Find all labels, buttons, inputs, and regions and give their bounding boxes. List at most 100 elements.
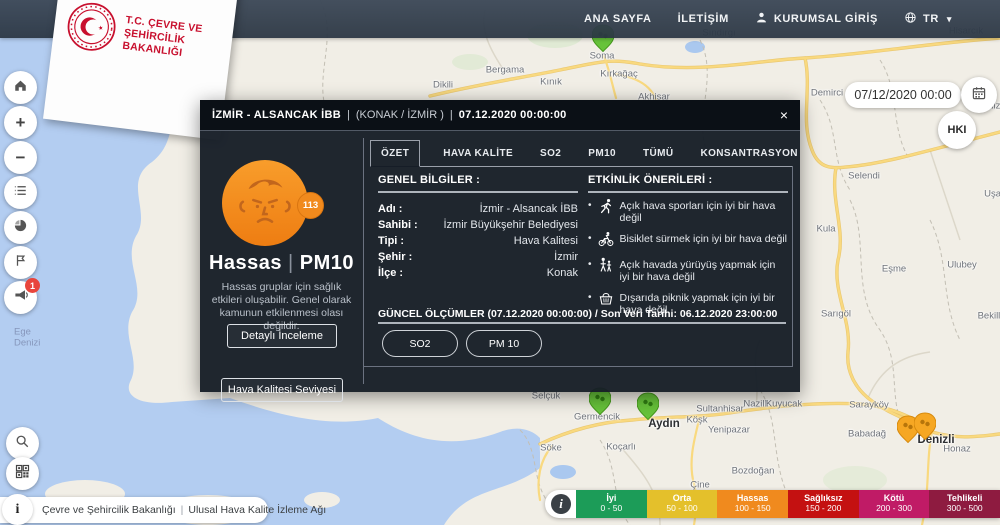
aqi-value: 113	[303, 200, 318, 211]
modal-datetime: 07.12.2020 00:00:00	[459, 109, 567, 121]
info-value: Hava Kalitesi	[514, 233, 578, 249]
panel-right-border	[792, 166, 793, 367]
date-time-input[interactable]	[845, 82, 961, 108]
map-search-button[interactable]	[6, 427, 39, 460]
flag-report-button[interactable]	[4, 246, 37, 279]
general-info-heading: GENEL BİLGİLER :	[378, 174, 578, 186]
info-row-name: Adı : İzmir - Alsancak İBB	[378, 201, 578, 217]
hki-button[interactable]: HKI	[938, 111, 976, 149]
bullet: •	[588, 259, 592, 271]
nav-language-label: TR	[923, 13, 939, 25]
plus-icon: +	[16, 113, 26, 133]
running-icon	[598, 198, 614, 217]
aqi-pollutant: PM10	[300, 252, 354, 274]
so2-measurement-button[interactable]: SO2	[382, 330, 458, 357]
footer-info-icon[interactable]: i	[2, 494, 33, 525]
statistics-pie-button[interactable]	[4, 211, 37, 244]
current-measurements-heading: GÜNCEL ÖLÇÜMLER (07.12.2020 00:00:00) / …	[378, 308, 786, 320]
ministry-emblem-icon	[63, 0, 119, 60]
qr-code-button[interactable]	[6, 457, 39, 490]
legend-orta: Orta50 - 100	[647, 490, 718, 518]
pie-chart-icon	[13, 218, 28, 238]
bullet: •	[588, 292, 592, 304]
detailed-review-button[interactable]: Detaylı İnceleme	[227, 324, 337, 348]
info-label: Sahibi :	[378, 217, 418, 233]
legend-tehlikeli: Tehlikeli300 - 500	[929, 490, 1000, 518]
zoom-out-button[interactable]: −	[4, 141, 37, 174]
activity-item-sports: • Açık hava sporları için iyi bir hava d…	[588, 200, 788, 224]
info-icon[interactable]: i	[551, 494, 571, 514]
main-nav: ANA SAYFA İLETİŞİM KURUMSAL GİRİŞ TR ▾	[584, 0, 952, 38]
activity-item-walking: • Açık havada yürüyüş yapmak için iyi bi…	[588, 259, 788, 283]
list-icon	[13, 183, 28, 203]
info-label: Adı :	[378, 201, 402, 217]
modal-column-divider	[363, 138, 364, 384]
legend-iyi: İyi0 - 50	[576, 490, 647, 518]
info-row-district: İlçe : Konak	[378, 265, 578, 281]
air-quality-level-label: Hava Kalitesi Seviyesi	[228, 384, 336, 396]
nav-corporate-login[interactable]: KURUMSAL GİRİŞ	[755, 11, 878, 27]
nav-contact-label: İLETİŞİM	[678, 13, 729, 25]
activity-item-cycling: • Bisiklet sürmek için iyi bir hava deği…	[588, 233, 788, 250]
info-label: Şehir :	[378, 249, 412, 265]
flag-icon	[13, 253, 28, 273]
general-info-section: GENEL BİLGİLER : Adı : İzmir - Alsancak …	[378, 174, 578, 281]
calendar-icon	[971, 85, 987, 106]
station-list-button[interactable]	[4, 176, 37, 209]
home-icon	[13, 78, 28, 98]
activity-heading: ETKİNLİK ÖNERİLERİ :	[588, 174, 788, 186]
legend-sagliksiz: Sağlıksız150 - 200	[788, 490, 859, 518]
footer-attribution: i Çevre ve Şehircilik Bakanlığı|Ulusal H…	[0, 497, 268, 523]
aqi-value-badge: 113	[297, 192, 324, 219]
air-quality-face-avatar	[222, 160, 308, 246]
info-row-owner: Sahibi : İzmir Büyükşehir Belediyesi	[378, 217, 578, 233]
tab-hava-kalite[interactable]: HAVA KALİTE	[439, 141, 517, 166]
announcements-button[interactable]: 1	[4, 281, 37, 314]
info-label: İlçe :	[378, 265, 403, 281]
globe-icon	[904, 11, 917, 27]
zoom-in-button[interactable]: +	[4, 106, 37, 139]
aqi-level: Hassas	[209, 252, 282, 274]
tab-tumu[interactable]: TÜMÜ	[639, 141, 677, 166]
bullet: •	[588, 200, 592, 212]
detailed-review-label: Detaylı İnceleme	[241, 330, 323, 342]
chevron-down-icon: ▾	[947, 14, 952, 25]
info-value: Konak	[547, 265, 578, 281]
modal-separator-1: |	[347, 109, 350, 121]
modal-tab-bar: ÖZET HAVA KALİTE SO2 PM10 TÜMÜ KONSANTRA…	[370, 140, 793, 167]
panel-bottom-border	[363, 366, 793, 367]
activity-text: Bisiklet sürmek için iyi bir hava değil	[620, 233, 787, 245]
tab-so2[interactable]: SO2	[536, 141, 565, 166]
picnic-icon	[598, 290, 614, 309]
aqi-level-title: Hassas|PM10	[200, 252, 363, 275]
pm10-measurement-button[interactable]: PM 10	[466, 330, 542, 357]
legend-kotu: Kötü200 - 300	[859, 490, 930, 518]
pm10-label: PM 10	[489, 338, 519, 350]
minus-icon: −	[16, 148, 26, 168]
map-home-button[interactable]	[4, 71, 37, 104]
station-detail-modal: İZMİR - ALSANCAK İBB | (KONAK / İZMİR ) …	[200, 100, 800, 392]
nav-home[interactable]: ANA SAYFA	[584, 13, 652, 25]
calendar-button[interactable]	[961, 77, 997, 113]
section-rule	[378, 191, 578, 193]
close-icon[interactable]: ×	[780, 108, 788, 122]
legend-hassas: Hassas100 - 150	[717, 490, 788, 518]
air-quality-level-button[interactable]: Hava Kalitesi Seviyesi	[221, 378, 343, 402]
announcement-count-badge: 1	[25, 278, 40, 293]
nav-language[interactable]: TR ▾	[904, 11, 952, 27]
station-marker[interactable]	[637, 392, 659, 420]
footer-text-ministry: Çevre ve Şehircilik Bakanlığı	[42, 504, 176, 516]
info-value: İzmir Büyükşehir Belediyesi	[444, 217, 579, 233]
user-icon	[755, 11, 768, 27]
tab-ozet[interactable]: ÖZET	[370, 140, 420, 167]
measurements-rule	[378, 322, 786, 324]
nav-home-label: ANA SAYFA	[584, 13, 652, 25]
aqi-legend: i İyi0 - 50 Orta50 - 100 Hassas100 - 150…	[545, 490, 1000, 518]
walking-icon	[598, 257, 614, 276]
tab-pm10[interactable]: PM10	[584, 141, 620, 166]
nav-contact[interactable]: İLETİŞİM	[678, 13, 729, 25]
cycling-icon	[598, 231, 614, 250]
station-marker[interactable]	[914, 412, 936, 440]
info-row-type: Tipi : Hava Kalitesi	[378, 233, 578, 249]
tab-konsantrasyon[interactable]: KONSANTRASYON	[696, 141, 801, 166]
